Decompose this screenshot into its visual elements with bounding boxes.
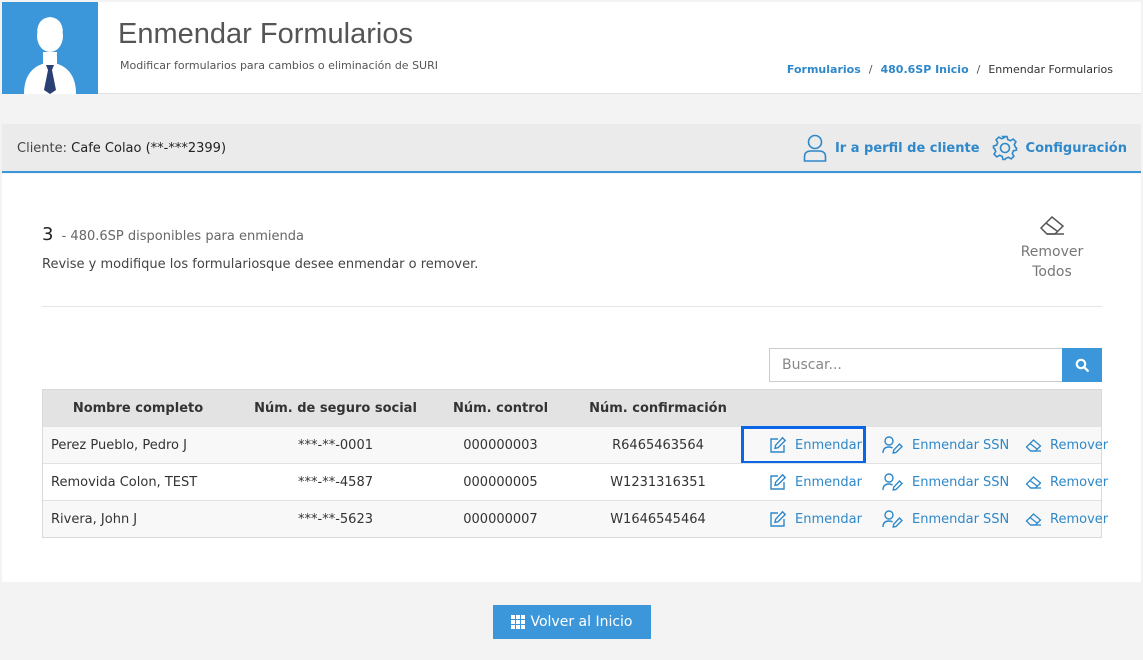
amend-ssn-label: Enmendar SSN [912,474,1010,490]
client-bar: Cliente: Cafe Colao (**-***2399) Ir a pe… [2,124,1141,173]
cell-name: Rivera, John J [51,511,138,527]
breadcrumb-formularios-link[interactable]: Formularios [787,63,861,76]
remove-button[interactable]: Remover [1025,427,1108,463]
breadcrumb-current: Enmendar Formularios [988,63,1113,76]
client-profile-label: Ir a perfil de cliente [834,140,980,156]
available-count: 3 - 480.6SP disponibles para enmienda [42,224,304,245]
cell-confirmation: W1646545464 [610,511,706,527]
divider [42,306,1102,307]
client-label: Cliente: [17,141,68,156]
breadcrumb-separator: / [868,63,873,76]
eraser-icon [1039,215,1065,235]
edit-icon [770,473,787,490]
page-title: Enmendar Formularios [118,18,413,50]
page-subtitle: Modificar formularios para cambios o eli… [120,59,438,72]
cell-ssn: ***-**-5623 [298,511,373,527]
remove-label: Remover [1050,474,1109,490]
client-profile-link[interactable]: Ir a perfil de cliente [803,134,980,162]
gear-icon [992,135,1017,161]
column-header-control: Núm. control [452,400,549,416]
configuration-link[interactable]: Configuración [992,135,1127,161]
amend-ssn-button[interactable]: Enmendar SSN [882,501,1009,537]
back-home-button[interactable]: Volver al Inicio [493,605,651,639]
breadcrumb-separator: / [976,63,981,76]
remove-button[interactable]: Remover [1025,501,1108,537]
instructions-text: Revise y modifique los formulariosque de… [42,257,479,272]
amend-button[interactable]: Enmendar [769,501,862,537]
cell-name: Removida Colon, TEST [51,474,198,490]
remove-label: Remover [1050,511,1109,527]
footer: Volver al Inicio [2,582,1141,660]
grid-icon [511,615,526,629]
cell-actions: Enmendar Enmendar SSN Remover [753,427,1108,463]
amend-ssn-button[interactable]: Enmendar SSN [882,464,1009,500]
cell-actions: Enmendar Enmendar SSN Remover [753,501,1108,537]
column-header-ssn: Núm. de seguro social [254,400,417,416]
cell-name: Perez Pueblo, Pedro J [51,437,187,453]
cell-control: 000000003 [463,437,538,453]
amend-label: Enmendar [795,437,862,453]
remove-label: Remover [1050,437,1109,453]
column-header-actions [753,390,1101,426]
breadcrumb: Formularios / 480.6SP Inicio / Enmendar Form… [787,63,1113,76]
amend-ssn-label: Enmendar SSN [912,437,1010,453]
available-count-text: - 480.6SP disponibles para enmienda [61,229,304,244]
eraser-icon [1025,513,1042,526]
remove-all-label-line2: Todos [1032,264,1072,280]
user-edit-icon [882,510,903,528]
client-name: Cafe Colao (**-***2399) [71,141,227,156]
user-edit-icon [882,473,903,491]
forms-table: Nombre completo Núm. de seguro social Nú… [42,389,1108,538]
user-edit-icon [882,436,903,454]
eraser-icon [1025,439,1042,452]
remove-all-label-line1: Remover [1020,244,1084,260]
amend-ssn-label: Enmendar SSN [912,511,1010,527]
table-header: Nombre completo Núm. de seguro social Nú… [43,390,1101,426]
edit-icon [770,510,787,527]
configuration-label: Configuración [1025,140,1127,156]
remove-all-button[interactable]: Remover Todos [1012,214,1092,282]
cell-actions: Enmendar Enmendar SSN Remover [753,464,1108,500]
amend-label: Enmendar [795,511,862,527]
back-home-label: Volver al Inicio [530,614,633,630]
cell-ssn: ***-**-4587 [298,474,373,490]
user-icon [803,134,827,162]
table-row: Removida Colon, TEST ***-**-4587 0000000… [43,463,1108,500]
search-box [769,348,1102,382]
cell-ssn: ***-**-0001 [298,437,373,453]
search-input[interactable] [769,348,1062,382]
page-header: Enmendar Formularios Modificar formulari… [2,2,1141,94]
remove-button[interactable]: Remover [1025,464,1108,500]
breadcrumb-inicio-link[interactable]: 480.6SP Inicio [880,63,968,76]
cell-control: 000000005 [463,474,538,490]
amend-button[interactable]: Enmendar [769,427,862,463]
amend-button[interactable]: Enmendar [769,464,862,500]
search-icon [1075,358,1089,372]
table-row: Perez Pueblo, Pedro J ***-**-0001 000000… [43,426,1108,464]
table-row: Rivera, John J ***-**-5623 000000007 W16… [43,500,1108,537]
cell-control: 000000007 [463,511,538,527]
column-header-confirmation: Núm. confirmación [589,400,727,416]
column-header-name: Nombre completo [72,400,204,416]
search-button[interactable] [1062,348,1102,382]
amend-label: Enmendar [795,474,862,490]
available-count-number: 3 [42,224,54,245]
edit-icon [770,436,787,453]
amend-ssn-button[interactable]: Enmendar SSN [882,427,1009,463]
cell-confirmation: W1231316351 [610,474,706,490]
cell-confirmation: R6465463564 [612,437,704,453]
eraser-icon [1025,476,1042,489]
main-content: 3 - 480.6SP disponibles para enmienda Re… [2,174,1141,582]
client-info: Cliente: Cafe Colao (**-***2399) [17,141,226,156]
user-avatar-icon [2,2,98,94]
client-actions: Ir a perfil de cliente Configuración [803,134,1127,162]
